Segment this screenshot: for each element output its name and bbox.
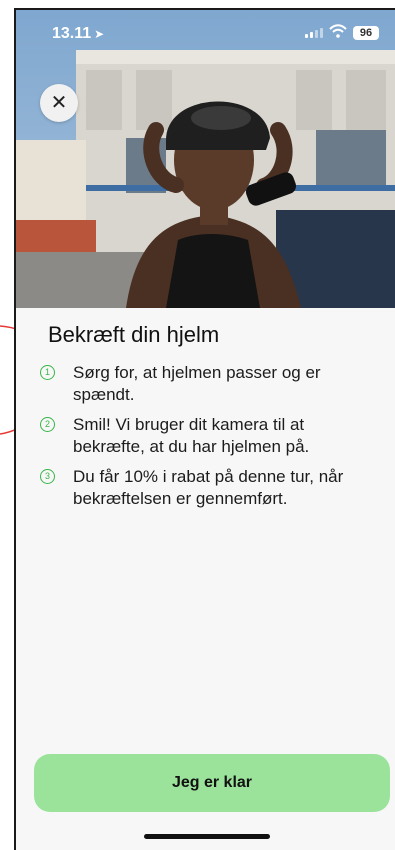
list-item: 2 Smil! Vi bruger dit kamera til at bekr… (40, 414, 380, 458)
ready-button-label: Jeg er klar (171, 774, 253, 791)
close-icon: ✕ (50, 92, 68, 114)
step-text: Du får 10% i rabat på denne tur, når bek… (73, 467, 344, 508)
status-time: 13.11 ➤ (52, 25, 105, 42)
hero-photo: 13.11 ➤ 96 ✕ (16, 10, 395, 308)
close-button[interactable]: ✕ (40, 84, 78, 122)
step-number-badge: 2 (40, 417, 55, 432)
instruction-list: 1 Sørg for, at hjelmen passer og er spæn… (40, 362, 380, 518)
step-number-badge: 3 (40, 469, 55, 484)
location-arrow-icon: ➤ (94, 27, 105, 41)
page-title: Bekræft din hjelm (48, 322, 220, 347)
signal-icon (305, 28, 323, 38)
step-number-badge: 1 (40, 365, 55, 380)
step-text: Sørg for, at hjelmen passer og er spændt… (73, 363, 321, 404)
battery-icon: 96 (353, 26, 379, 40)
list-item: 1 Sørg for, at hjelmen passer og er spæn… (40, 362, 380, 406)
ready-button[interactable]: Jeg er klar (34, 754, 390, 812)
status-bar: 13.11 ➤ 96 (16, 10, 395, 56)
home-indicator[interactable] (144, 834, 270, 839)
step-text: Smil! Vi bruger dit kamera til at bekræf… (73, 415, 310, 456)
wifi-icon (329, 24, 347, 38)
phone-screen: 13.11 ➤ 96 ✕ Bekræft din hjelm 1 Sørg for… (14, 8, 395, 850)
list-item: 3 Du får 10% i rabat på denne tur, når b… (40, 466, 380, 510)
